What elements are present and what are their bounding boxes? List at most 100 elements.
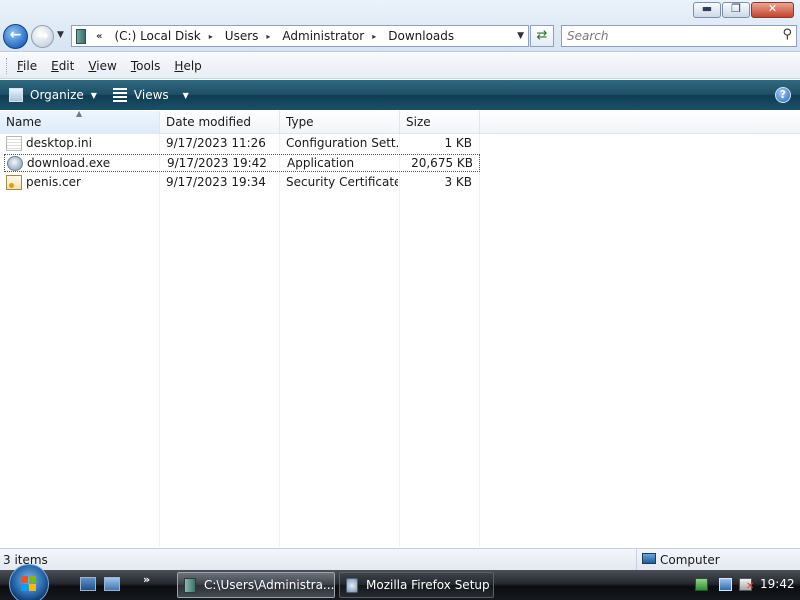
computer-icon — [642, 553, 656, 564]
address-dropdown-icon[interactable]: ▼ — [517, 31, 524, 41]
switch-windows-icon[interactable] — [104, 577, 120, 591]
minimize-button[interactable]: ▬ — [693, 2, 721, 18]
taskbar-item-explorer[interactable]: C:\Users\Administra... — [177, 572, 335, 598]
column-divider — [479, 134, 480, 547]
column-header-type-label: Type — [286, 115, 314, 129]
quick-launch-overflow-icon[interactable]: » — [143, 573, 150, 586]
file-list[interactable]: ▲ Name Date modified Type Size desktop.i… — [0, 109, 800, 586]
file-date-modified: 9/17/2023 11:26 — [166, 136, 266, 150]
breadcrumb-local-disk[interactable]: (C:) Local Disk — [114, 29, 200, 43]
column-header-date-modified[interactable]: Date modified — [160, 111, 280, 134]
file-size: 20,675 KB — [411, 156, 473, 170]
clock[interactable]: 19:42 — [760, 577, 795, 591]
column-divider — [279, 134, 280, 547]
status-zone: Computer — [636, 549, 800, 570]
file-date-modified: 9/17/2023 19:42 — [167, 156, 267, 170]
file-name: download.exe — [27, 156, 111, 170]
breadcrumb-separator-icon[interactable]: ▸ — [266, 32, 270, 41]
menu-edit-label: dit — [58, 58, 75, 73]
breadcrumb-users[interactable]: Users — [225, 29, 259, 43]
ini-file-icon — [6, 136, 22, 151]
organize-button[interactable]: Organize ▼ — [9, 88, 97, 102]
status-zone-label: Computer — [660, 553, 720, 567]
security-center-icon[interactable] — [695, 578, 708, 591]
file-date-modified: 9/17/2023 19:34 — [166, 175, 266, 189]
refresh-button[interactable]: ⇄ — [530, 25, 554, 47]
breadcrumb-separator-icon[interactable]: ▸ — [209, 32, 213, 41]
breadcrumb-administrator[interactable]: Administrator — [282, 29, 364, 43]
breadcrumb-separator-icon[interactable]: ▸ — [372, 32, 376, 41]
menu-file[interactable]: File — [17, 59, 37, 73]
column-header-size[interactable]: Size — [400, 111, 480, 134]
views-label: Views — [133, 88, 169, 102]
chevron-down-icon: ▼ — [182, 90, 189, 100]
file-size: 3 KB — [444, 175, 472, 189]
column-divider — [399, 134, 400, 547]
file-name: desktop.ini — [26, 136, 92, 150]
back-button[interactable]: ← — [3, 24, 28, 49]
close-icon: ✕ — [767, 2, 778, 15]
menu-tools[interactable]: Tools — [131, 59, 161, 73]
sort-ascending-icon: ▲ — [76, 109, 83, 118]
menu-edit[interactable]: Edit — [51, 59, 74, 73]
chevron-down-icon: ▼ — [90, 90, 97, 100]
menu-help[interactable]: Help — [174, 59, 201, 73]
status-bar: 3 items Computer — [0, 548, 800, 570]
breadcrumb-downloads[interactable]: Downloads — [388, 29, 454, 43]
show-desktop-icon[interactable] — [80, 577, 96, 591]
help-icon[interactable]: ? — [775, 87, 791, 103]
menu-grip — [6, 57, 9, 74]
menu-view[interactable]: View — [88, 59, 116, 73]
maximize-button[interactable]: ❐ — [722, 2, 750, 18]
menu-bar: File Edit View Tools Help — [0, 53, 800, 79]
window-controls: ▬ ❐ ✕ — [692, 2, 794, 18]
column-header-date-label: Date modified — [166, 115, 252, 129]
file-row-penis-cer[interactable]: penis.cer 9/17/2023 19:34 Security Certi… — [4, 174, 480, 192]
column-headers: ▲ Name Date modified Type Size — [0, 109, 800, 134]
breadcrumb-overflow[interactable]: « — [96, 31, 102, 42]
column-header-name[interactable]: ▲ Name — [0, 109, 160, 134]
file-type: Security Certificate — [286, 175, 398, 189]
file-size: 1 KB — [444, 136, 472, 150]
search-icon[interactable]: ⚲ — [782, 27, 792, 42]
views-icon — [112, 88, 127, 102]
close-button[interactable]: ✕ — [751, 2, 794, 18]
forward-arrow-icon: → — [36, 28, 49, 44]
file-row-download-exe[interactable]: download.exe 9/17/2023 19:42 Application… — [4, 154, 480, 172]
menu-file-label: ile — [23, 58, 38, 73]
start-button[interactable] — [9, 564, 49, 600]
taskbar-item-label: Mozilla Firefox Setup — [366, 578, 490, 592]
folder-icon — [76, 28, 86, 44]
back-arrow-icon: ← — [9, 27, 22, 43]
file-name: penis.cer — [26, 175, 81, 189]
forward-button[interactable]: → — [31, 25, 54, 48]
search-box[interactable]: ⚲ — [561, 25, 797, 47]
taskbar-item-label: C:\Users\Administra... — [204, 578, 335, 592]
recent-pages-dropdown[interactable]: ▼ — [57, 30, 64, 40]
organize-icon — [9, 88, 23, 102]
windows-logo-icon — [21, 576, 38, 592]
file-row-desktop-ini[interactable]: desktop.ini 9/17/2023 11:26 Configuratio… — [4, 135, 480, 153]
organize-label: Organize — [30, 88, 84, 102]
views-button[interactable]: Views ▼ — [112, 88, 189, 102]
taskbar: » C:\Users\Administra... Mozilla Firefox… — [0, 564, 800, 600]
system-tray: ✕ 19:42 — [688, 570, 800, 600]
maximize-icon: ❐ — [731, 2, 741, 15]
minimize-icon: ▬ — [701, 2, 713, 15]
column-header-size-label: Size — [406, 115, 431, 129]
column-divider — [159, 134, 160, 547]
setup-icon — [346, 577, 358, 593]
folder-icon — [184, 577, 196, 593]
command-bar: Organize ▼ Views ▼ ? — [0, 80, 800, 110]
file-type: Application — [287, 156, 355, 170]
refresh-icon: ⇄ — [536, 28, 548, 43]
volume-muted-icon: ✕ — [746, 581, 755, 592]
network-icon[interactable] — [719, 578, 732, 591]
menu-edit-accel: E — [51, 58, 59, 73]
column-header-type[interactable]: Type — [280, 111, 400, 134]
taskbar-item-firefox-setup[interactable]: Mozilla Firefox Setup — [339, 572, 494, 598]
address-bar[interactable]: « (C:) Local Disk ▸ Users ▸ Administrato… — [71, 25, 529, 47]
exe-file-icon — [7, 156, 23, 171]
search-input[interactable] — [562, 26, 772, 46]
menu-help-label: elp — [183, 58, 202, 73]
